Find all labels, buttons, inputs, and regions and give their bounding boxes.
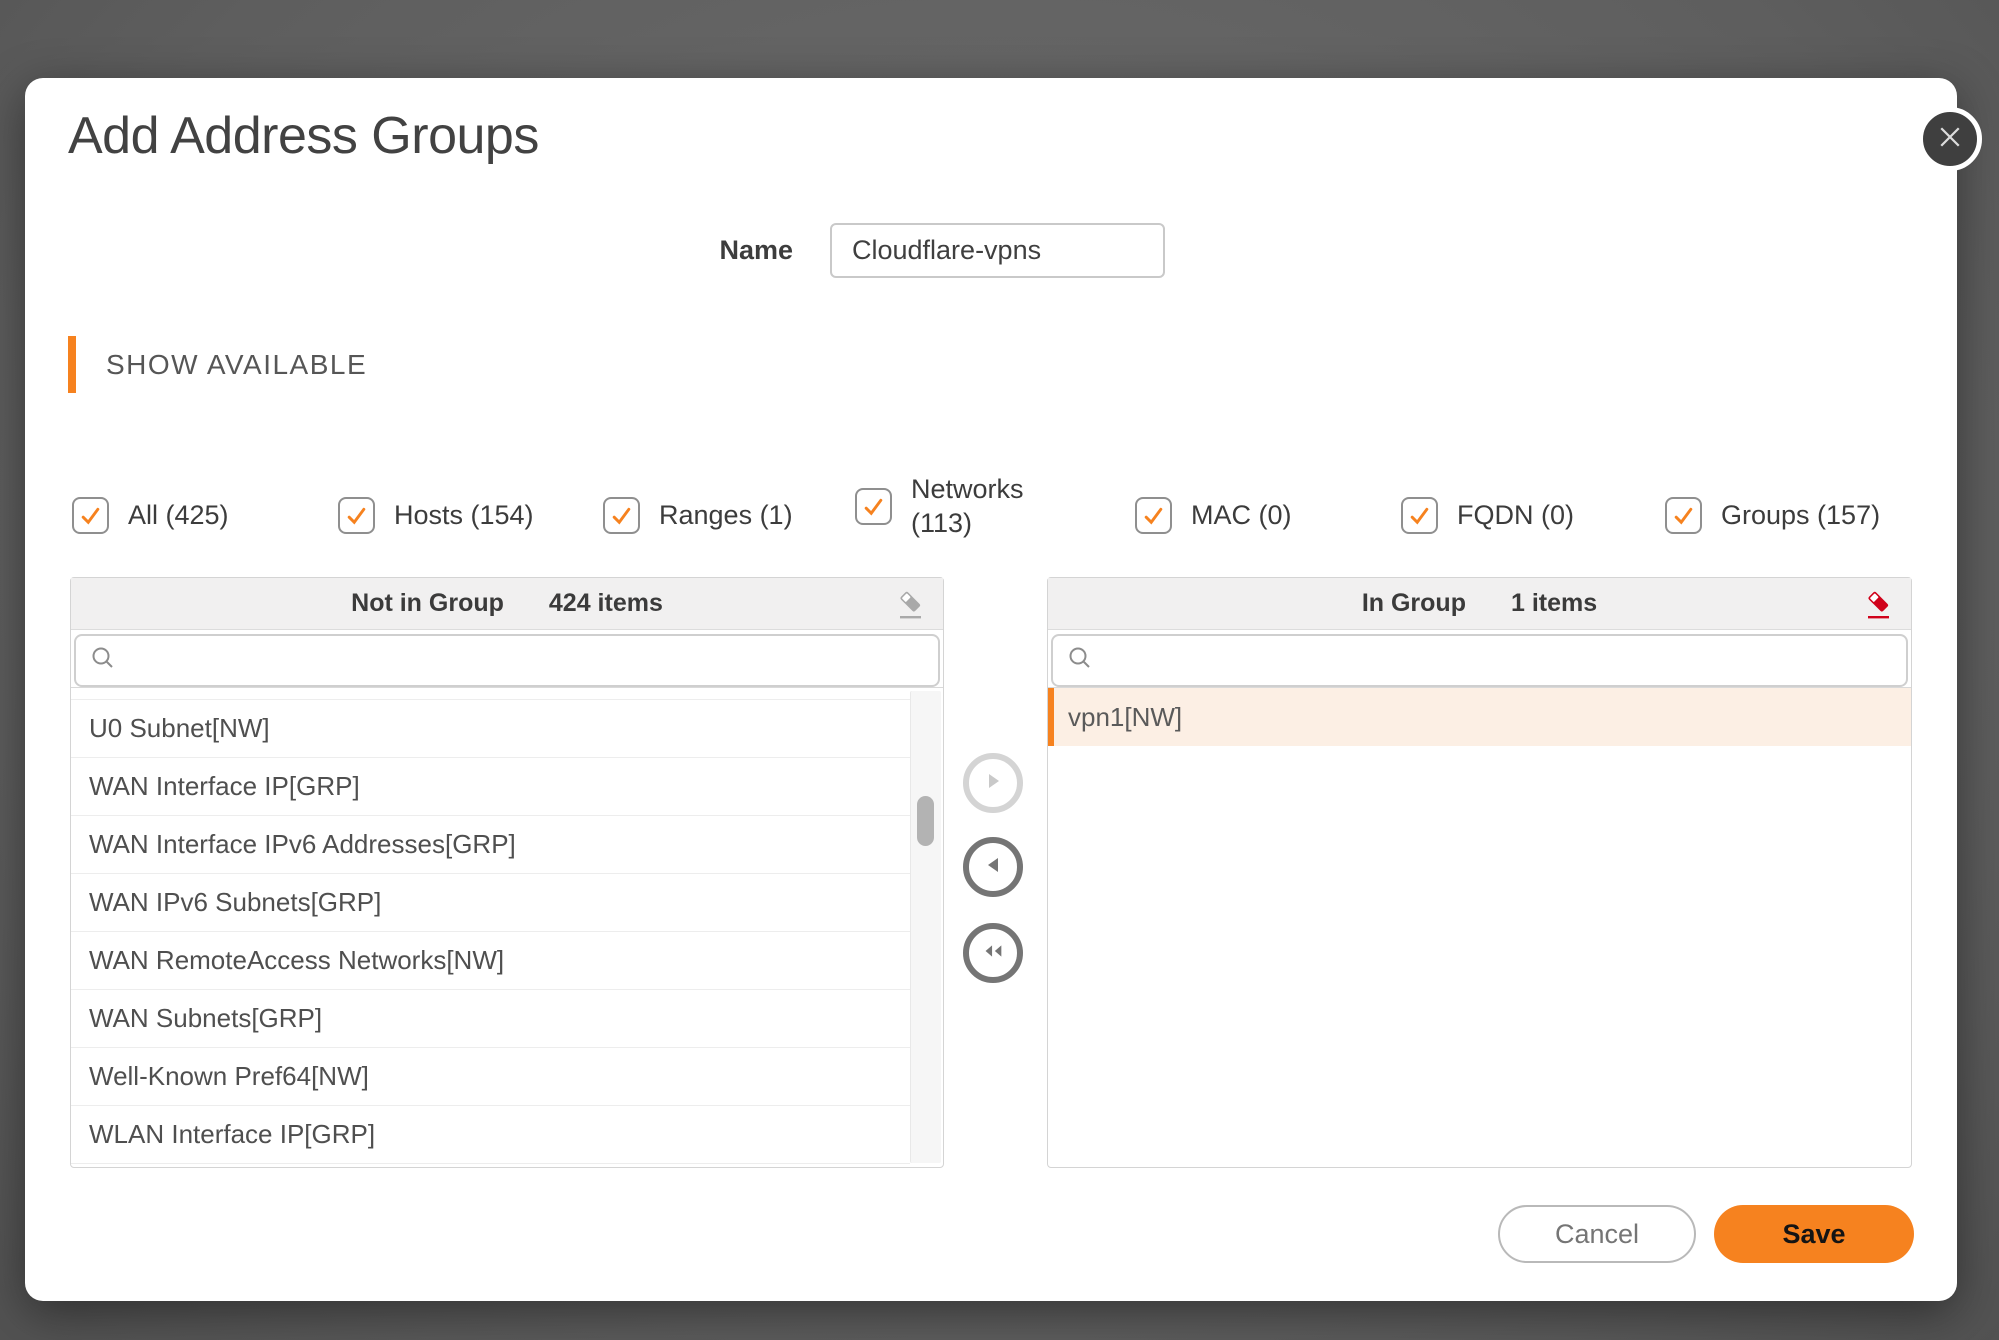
filter-checkbox-fqdn[interactable]: FQDN (0): [1401, 497, 1574, 534]
list-item-label: U0 Subnet[NW]: [89, 713, 270, 744]
filter-checkbox-ranges[interactable]: Ranges (1): [603, 497, 793, 534]
clear-group-eraser-icon[interactable]: [1863, 589, 1895, 621]
list-item[interactable]: WAN Interface IPv6 Addresses[GRP]: [71, 816, 910, 874]
list-item[interactable]: WLAN Interface IP[GRP]: [71, 1106, 910, 1164]
filter-label: FQDN (0): [1457, 499, 1574, 533]
list-item[interactable]: WAN RemoteAccess Networks[NW]: [71, 932, 910, 990]
panel-title: In Group: [1362, 589, 1466, 618]
filter-checkbox-networks[interactable]: Networks (113): [855, 473, 1036, 541]
panel-item-count: 424 items: [549, 589, 663, 618]
name-label: Name: [719, 235, 793, 266]
checkbox-checked-icon[interactable]: [603, 497, 640, 534]
selected-list-item[interactable]: vpn1[NW]: [1048, 688, 1911, 746]
not-in-group-header: Not in Group 424 items: [71, 578, 943, 630]
left-search-input[interactable]: [126, 636, 924, 685]
save-button[interactable]: Save: [1714, 1205, 1914, 1263]
not-in-group-panel: Not in Group 424 items: [70, 577, 944, 1168]
accent-bar: [68, 336, 76, 393]
list-item-label: WAN RemoteAccess Networks[NW]: [89, 945, 504, 976]
filter-label: Groups (157): [1721, 499, 1880, 533]
left-search-box[interactable]: [74, 634, 940, 687]
right-search-input[interactable]: [1103, 636, 1892, 685]
in-group-list: vpn1[NW]: [1048, 688, 1911, 746]
filter-label: Networks (113): [911, 473, 1036, 541]
search-icon: [1067, 645, 1093, 676]
double-arrow-left-icon: [980, 939, 1006, 968]
left-search-row: [71, 630, 943, 688]
list-item-label: WAN Interface IP[GRP]: [89, 771, 360, 802]
in-group-header: In Group 1 items: [1048, 578, 1911, 630]
list-item[interactable]: WAN Subnets[GRP]: [71, 990, 910, 1048]
right-search-box[interactable]: [1051, 634, 1908, 687]
arrow-right-icon: [980, 769, 1006, 798]
dialog-title: Add Address Groups: [68, 106, 539, 166]
close-icon: [1935, 122, 1965, 157]
filter-checkbox-all[interactable]: All (425): [72, 497, 229, 534]
list-item[interactable]: WAN IPv6 Subnets[GRP]: [71, 874, 910, 932]
search-icon: [90, 645, 116, 676]
filter-checkbox-hosts[interactable]: Hosts (154): [338, 497, 534, 534]
checkbox-checked-icon[interactable]: [1135, 497, 1172, 534]
show-available-label: SHOW AVAILABLE: [106, 349, 367, 381]
name-input[interactable]: [830, 223, 1165, 278]
checkbox-checked-icon[interactable]: [1665, 497, 1702, 534]
list-item[interactable]: Well-Known Pref64[NW]: [71, 1048, 910, 1106]
filter-label: MAC (0): [1191, 499, 1292, 533]
close-button[interactable]: [1918, 107, 1982, 171]
move-all-left-button[interactable]: [963, 923, 1023, 983]
name-row: Name: [25, 223, 1957, 278]
panel-item-count: 1 items: [1511, 589, 1597, 618]
filter-checkbox-groups[interactable]: Groups (157): [1665, 497, 1880, 534]
checkbox-checked-icon[interactable]: [855, 488, 892, 525]
list-item-label: Well-Known Pref64[NW]: [89, 1061, 369, 1092]
in-group-panel: In Group 1 items: [1047, 577, 1912, 1168]
show-available-section: SHOW AVAILABLE: [68, 336, 367, 393]
not-in-group-list: U0 Subnet[NW] WAN Interface IP[GRP] WAN …: [71, 688, 910, 1164]
checkbox-checked-icon[interactable]: [72, 497, 109, 534]
list-item-label: vpn1[NW]: [1068, 702, 1182, 733]
checkbox-checked-icon[interactable]: [1401, 497, 1438, 534]
filter-checkbox-mac[interactable]: MAC (0): [1135, 497, 1292, 534]
filter-label: Ranges (1): [659, 499, 793, 533]
list-item[interactable]: WAN Interface IP[GRP]: [71, 758, 910, 816]
add-address-groups-dialog: Add Address Groups Name SHOW AVAILABLE A…: [25, 78, 1957, 1301]
right-search-row: [1048, 630, 1911, 688]
cancel-button[interactable]: Cancel: [1498, 1205, 1696, 1263]
list-item-label: WAN Interface IPv6 Addresses[GRP]: [89, 829, 516, 860]
list-item[interactable]: U0 Subnet[NW]: [71, 700, 910, 758]
move-left-button[interactable]: [963, 837, 1023, 897]
filter-label: All (425): [128, 499, 229, 533]
partial-row: [71, 688, 910, 700]
list-item-label: WLAN Interface IP[GRP]: [89, 1119, 375, 1150]
filter-label: Hosts (154): [394, 499, 534, 533]
arrow-left-icon: [980, 853, 1006, 882]
list-item-label: WAN IPv6 Subnets[GRP]: [89, 887, 381, 918]
checkbox-checked-icon[interactable]: [338, 497, 375, 534]
scrollbar-thumb[interactable]: [917, 796, 934, 846]
move-right-button[interactable]: [963, 753, 1023, 813]
clear-selection-eraser-icon[interactable]: [895, 589, 927, 621]
panel-title: Not in Group: [351, 589, 504, 618]
left-list-scrollbar[interactable]: [910, 691, 941, 1163]
list-item-label: WAN Subnets[GRP]: [89, 1003, 322, 1034]
